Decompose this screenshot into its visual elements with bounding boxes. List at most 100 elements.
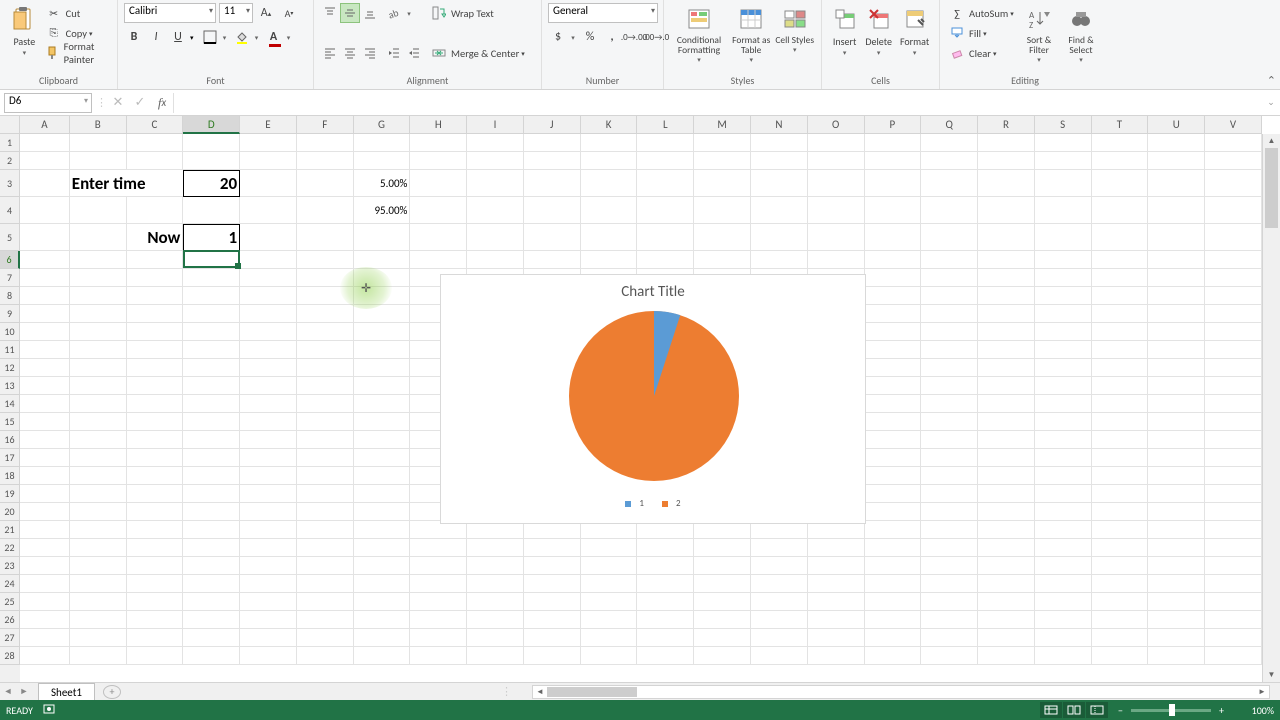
cell-T18[interactable] <box>1092 467 1149 485</box>
cell-C18[interactable] <box>127 467 184 485</box>
cell-S16[interactable] <box>1035 431 1092 449</box>
row-header-18[interactable]: 18 <box>0 467 20 485</box>
cell-S25[interactable] <box>1035 593 1092 611</box>
cell-C14[interactable] <box>127 395 184 413</box>
cell-E8[interactable] <box>240 287 297 305</box>
cell-F12[interactable] <box>297 359 354 377</box>
cell-F25[interactable] <box>297 593 354 611</box>
cell-C2[interactable] <box>127 152 184 170</box>
cell-B2[interactable] <box>70 152 127 170</box>
cell-B24[interactable] <box>70 575 127 593</box>
cell-R13[interactable] <box>978 377 1035 395</box>
cell-R20[interactable] <box>978 503 1035 521</box>
cell-H2[interactable] <box>410 152 467 170</box>
cell-O27[interactable] <box>808 629 865 647</box>
cell-T24[interactable] <box>1092 575 1149 593</box>
cell-N22[interactable] <box>751 539 808 557</box>
cell-Q10[interactable] <box>921 323 978 341</box>
autosum-button[interactable]: ∑AutoSum▾ <box>946 3 1018 23</box>
cell-O28[interactable] <box>808 647 865 665</box>
cell-I25[interactable] <box>467 593 524 611</box>
cell-F20[interactable] <box>297 503 354 521</box>
cell-P1[interactable] <box>865 134 922 152</box>
cell-J6[interactable] <box>524 251 581 269</box>
cell-B4[interactable] <box>70 197 127 224</box>
cell-C20[interactable] <box>127 503 184 521</box>
cell-V13[interactable] <box>1205 377 1262 395</box>
row-header-19[interactable]: 19 <box>0 485 20 503</box>
cell-C1[interactable] <box>127 134 184 152</box>
cell-S26[interactable] <box>1035 611 1092 629</box>
scroll-right-icon[interactable]: ► <box>1255 686 1269 698</box>
cell-I1[interactable] <box>467 134 524 152</box>
cell-P6[interactable] <box>865 251 922 269</box>
cell-U7[interactable] <box>1148 269 1205 287</box>
cell-E27[interactable] <box>240 629 297 647</box>
cell-G2[interactable] <box>354 152 411 170</box>
cell-R26[interactable] <box>978 611 1035 629</box>
cell-V19[interactable] <box>1205 485 1262 503</box>
cancel-formula-button[interactable]: ✕ <box>107 93 129 113</box>
cell-O25[interactable] <box>808 593 865 611</box>
row-header-4[interactable]: 4 <box>0 197 20 224</box>
row-headers[interactable]: 1234567891011121314151617181920212223242… <box>0 134 20 682</box>
cell-C21[interactable] <box>127 521 184 539</box>
cell-T28[interactable] <box>1092 647 1149 665</box>
cell-G17[interactable] <box>354 449 411 467</box>
insert-function-button[interactable]: fx <box>151 93 173 113</box>
cell-K28[interactable] <box>581 647 638 665</box>
cell-A28[interactable] <box>20 647 70 665</box>
cell-U27[interactable] <box>1148 629 1205 647</box>
cell-V14[interactable] <box>1205 395 1262 413</box>
align-middle-button[interactable] <box>340 3 360 23</box>
cell-G11[interactable] <box>354 341 411 359</box>
cell-N23[interactable] <box>751 557 808 575</box>
align-bottom-button[interactable] <box>360 3 380 23</box>
cell-T22[interactable] <box>1092 539 1149 557</box>
cell-C6[interactable] <box>127 251 184 269</box>
cell-D20[interactable] <box>183 503 240 521</box>
col-header-Q[interactable]: Q <box>921 116 978 134</box>
cell-V17[interactable] <box>1205 449 1262 467</box>
cell-D13[interactable] <box>183 377 240 395</box>
cell-F5[interactable] <box>297 224 354 251</box>
scroll-up-icon[interactable]: ▲ <box>1263 134 1280 148</box>
row-header-9[interactable]: 9 <box>0 305 20 323</box>
cell-G4[interactable]: 95.00% <box>354 197 411 224</box>
cell-I2[interactable] <box>467 152 524 170</box>
cell-A23[interactable] <box>20 557 70 575</box>
cell-A6[interactable] <box>20 251 70 269</box>
row-header-25[interactable]: 25 <box>0 593 20 611</box>
cell-L24[interactable] <box>637 575 694 593</box>
cell-V22[interactable] <box>1205 539 1262 557</box>
cell-N26[interactable] <box>751 611 808 629</box>
cell-F1[interactable] <box>297 134 354 152</box>
zoom-slider[interactable] <box>1131 709 1211 712</box>
formula-input[interactable] <box>173 93 1262 113</box>
cell-P25[interactable] <box>865 593 922 611</box>
cell-V23[interactable] <box>1205 557 1262 575</box>
cell-K2[interactable] <box>581 152 638 170</box>
cell-M26[interactable] <box>694 611 751 629</box>
cell-T16[interactable] <box>1092 431 1149 449</box>
cell-G12[interactable] <box>354 359 411 377</box>
cell-Q19[interactable] <box>921 485 978 503</box>
cell-M2[interactable] <box>694 152 751 170</box>
cell-U20[interactable] <box>1148 503 1205 521</box>
cell-A15[interactable] <box>20 413 70 431</box>
row-header-3[interactable]: 3 <box>0 170 20 197</box>
cell-H23[interactable] <box>410 557 467 575</box>
cell-N2[interactable] <box>751 152 808 170</box>
cell-U23[interactable] <box>1148 557 1205 575</box>
cell-K25[interactable] <box>581 593 638 611</box>
cell-S18[interactable] <box>1035 467 1092 485</box>
cell-D27[interactable] <box>183 629 240 647</box>
cell-F3[interactable] <box>297 170 354 197</box>
cell-T7[interactable] <box>1092 269 1149 287</box>
cell-L22[interactable] <box>637 539 694 557</box>
font-name-select[interactable]: Calibri <box>124 3 216 23</box>
cell-O5[interactable] <box>808 224 865 251</box>
cell-U13[interactable] <box>1148 377 1205 395</box>
cell-U12[interactable] <box>1148 359 1205 377</box>
row-header-10[interactable]: 10 <box>0 323 20 341</box>
